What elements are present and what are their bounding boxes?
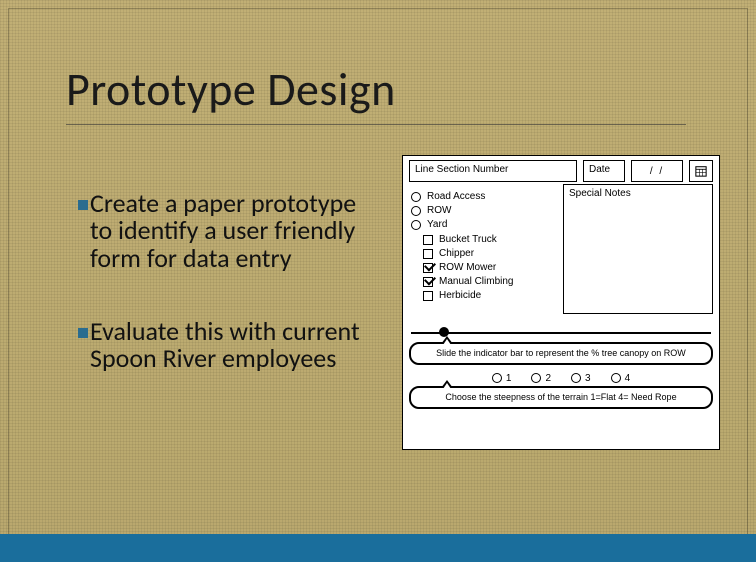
checkbox-group: Bucket Truck Chipper ROW Mower Manual Cl… (421, 234, 557, 301)
special-notes-field[interactable]: Special Notes (563, 184, 713, 314)
calendar-icon[interactable] (689, 160, 713, 182)
radio-icon (492, 373, 502, 383)
slider-hint-bubble: Slide the indicator bar to represent the… (409, 342, 713, 365)
date-label-box: Date (583, 160, 625, 182)
radio-icon (411, 220, 421, 230)
bullet-text: Evaluate this with current Spoon River e… (90, 318, 368, 373)
check-label: ROW Mower (439, 262, 496, 273)
bullet-text: Create a paper prototype to identify a u… (90, 190, 368, 272)
bullet-list: Create a paper prototype to identify a u… (78, 190, 368, 418)
date-field[interactable]: / / (631, 160, 683, 182)
bullet-icon (78, 328, 88, 338)
radio-yard[interactable]: Yard (411, 219, 557, 230)
check-row-mower[interactable]: ROW Mower (423, 262, 557, 273)
radio-icon (571, 373, 581, 383)
paper-prototype-form: Line Section Number Date / / Road Access… (402, 155, 720, 450)
scale-option-3[interactable]: 3 (571, 373, 591, 384)
radio-label: Road Access (427, 191, 485, 202)
title-underline (66, 124, 686, 125)
radio-icon (531, 373, 541, 383)
check-label: Chipper (439, 248, 474, 259)
check-manual-climbing[interactable]: Manual Climbing (423, 276, 557, 287)
options-column: Road Access ROW Yard Bucket Truck Chippe… (409, 184, 557, 314)
scale-option-4[interactable]: 4 (611, 373, 631, 384)
checkbox-icon (423, 249, 433, 259)
slider-track (411, 332, 711, 334)
radio-icon (411, 206, 421, 216)
check-bucket-truck[interactable]: Bucket Truck (423, 234, 557, 245)
scale-label: 1 (506, 373, 512, 384)
radio-icon (411, 192, 421, 202)
canopy-slider[interactable] (409, 326, 713, 340)
slide-title: Prototype Design (66, 62, 396, 118)
bottom-accent-bar (0, 534, 756, 562)
steepness-hint-bubble: Choose the steepness of the terrain 1=Fl… (409, 386, 713, 409)
radio-icon (611, 373, 621, 383)
form-header: Line Section Number Date / / (403, 156, 719, 184)
radio-label: ROW (427, 205, 451, 216)
bullet-item: Create a paper prototype to identify a u… (78, 190, 368, 272)
scale-option-1[interactable]: 1 (492, 373, 512, 384)
check-label: Bucket Truck (439, 234, 497, 245)
scale-label: 2 (545, 373, 551, 384)
check-label: Herbicide (439, 290, 481, 301)
bullet-item: Evaluate this with current Spoon River e… (78, 318, 368, 373)
radio-row[interactable]: ROW (411, 205, 557, 216)
scale-label: 3 (585, 373, 591, 384)
checkbox-icon (423, 291, 433, 301)
bullet-icon (78, 200, 88, 210)
check-herbicide[interactable]: Herbicide (423, 290, 557, 301)
notes-label: Special Notes (569, 188, 631, 199)
checkbox-icon (423, 263, 433, 273)
radio-road-access[interactable]: Road Access (411, 191, 557, 202)
checkbox-icon (423, 277, 433, 287)
checkbox-icon (423, 235, 433, 245)
scale-option-2[interactable]: 2 (531, 373, 551, 384)
scale-label: 4 (625, 373, 631, 384)
line-section-field[interactable]: Line Section Number (409, 160, 577, 182)
check-label: Manual Climbing (439, 276, 513, 287)
radio-label: Yard (427, 219, 447, 230)
check-chipper[interactable]: Chipper (423, 248, 557, 259)
